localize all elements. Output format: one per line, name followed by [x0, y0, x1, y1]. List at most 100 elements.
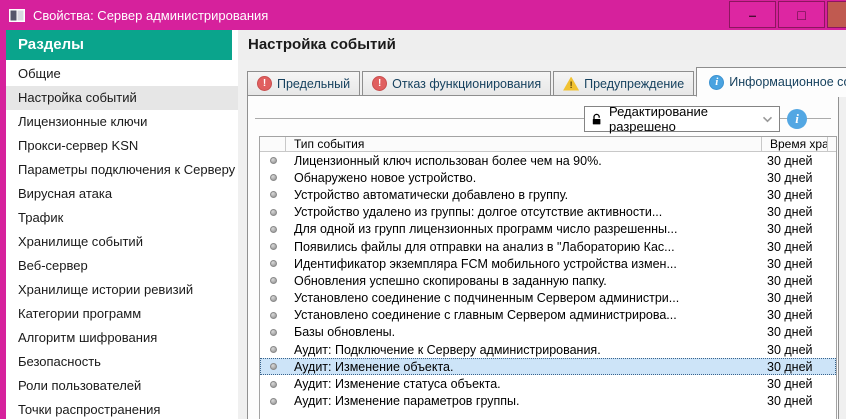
tab-label: Предупреждение — [584, 76, 685, 91]
tab-warning[interactable]: Предупреждение — [553, 71, 695, 96]
tab-page: Редактирование разрешено i Тип события В… — [247, 95, 839, 419]
sidebar-item[interactable]: Хранилище событий — [6, 230, 238, 254]
event-type: Устройство удалено из группы: долгое отс… — [294, 205, 663, 220]
event-bullet-icon — [269, 191, 277, 199]
error-icon — [257, 76, 272, 91]
table-row[interactable]: Аудит: Подключение к Серверу администрир… — [260, 341, 836, 358]
sidebar-item[interactable]: Настройка событий — [6, 86, 238, 110]
sidebar-item[interactable]: Трафик — [6, 206, 238, 230]
minimize-button[interactable]: – — [729, 1, 776, 28]
event-bullet-icon — [269, 243, 277, 251]
event-bullet-icon — [269, 260, 277, 268]
sidebar-item[interactable]: Общие — [6, 62, 238, 86]
table-row[interactable]: Идентификатор экземпляра FCM мобильного … — [260, 255, 836, 272]
event-retention: 30 дней — [767, 205, 813, 220]
event-type: Появились файлы для отправки на анализ в… — [294, 239, 675, 254]
tab-functional-failure[interactable]: Отказ функционирования — [362, 71, 552, 96]
sidebar-item[interactable]: Вирусная атака — [6, 182, 238, 206]
info-help-button[interactable]: i — [787, 109, 807, 129]
sidebar-item[interactable]: Категории программ — [6, 302, 238, 326]
event-bullet-icon — [269, 208, 277, 216]
spacer-column-header — [828, 137, 836, 151]
table-row[interactable]: Базы обновлены. 30 дней — [260, 324, 836, 341]
event-bullet-icon — [269, 174, 277, 182]
maximize-button[interactable]: □ — [778, 1, 825, 28]
table-header: Тип события Время хранения — [260, 137, 836, 152]
sidebar-item[interactable]: Роли пользователей — [6, 374, 238, 398]
event-type: Устройство автоматически добавлено в гру… — [294, 187, 569, 202]
event-bullet-icon — [269, 346, 277, 354]
event-retention: 30 дней — [767, 273, 813, 288]
sidebar-item[interactable]: Прокси-сервер KSN — [6, 134, 238, 158]
event-bullet-icon — [269, 311, 277, 319]
event-retention: 30 дней — [767, 153, 813, 168]
event-retention: 30 дней — [767, 170, 813, 185]
sidebar-item[interactable]: Параметры подключения к Серверу админи — [6, 158, 238, 182]
table-row[interactable]: Аудит: Изменение параметров группы. 30 дн… — [260, 393, 836, 410]
window-controls: – □ × — [729, 1, 846, 28]
tab-label: Информационное сообщение — [729, 75, 846, 89]
icon-column-header — [260, 137, 286, 151]
event-retention: 30 дней — [767, 394, 813, 409]
event-type: Установлено соединение с главным Серверо… — [294, 308, 677, 323]
table-row[interactable]: Обнаружено новое устройство. 30 дней — [260, 169, 836, 186]
page-title: Настройка событий — [238, 30, 846, 60]
table-row[interactable]: Устройство удалено из группы: долгое отс… — [260, 204, 836, 221]
table-row[interactable]: Установлено соединение с подчиненным Сер… — [260, 290, 836, 307]
sidebar-item[interactable]: Безопасность — [6, 350, 238, 374]
sidebar-item[interactable]: Алгоритм шифрования — [6, 326, 238, 350]
event-type: Аудит: Изменение параметров группы. — [294, 394, 520, 409]
tab-info-message[interactable]: Информационное сообщение — [696, 67, 846, 97]
event-type: Идентификатор экземпляра FCM мобильного … — [294, 256, 677, 271]
table-row[interactable]: Аудит: Изменение статуса объекта. 30 дней — [260, 375, 836, 392]
sidebar-item[interactable]: Веб-сервер — [6, 254, 238, 278]
event-retention: 30 дней — [767, 308, 813, 323]
tab-label: Отказ функционирования — [392, 76, 542, 91]
event-retention: 30 дней — [767, 256, 813, 271]
event-type: Аудит: Изменение статуса объекта. — [294, 377, 501, 392]
info-icon — [709, 74, 725, 90]
sidebar-item[interactable]: Хранилище истории ревизий — [6, 278, 238, 302]
event-retention: 30 дней — [767, 359, 813, 374]
tab-critical[interactable]: Предельный — [247, 71, 361, 96]
event-type: Обновления успешно скопированы в заданну… — [294, 273, 607, 288]
event-bullet-icon — [269, 397, 277, 405]
table-row[interactable]: Появились файлы для отправки на анализ в… — [260, 238, 836, 255]
event-type: Для одной из групп лицензионных программ… — [294, 222, 678, 237]
edit-mode-value: Редактирование разрешено — [609, 104, 709, 134]
table-row[interactable]: Установлено соединение с главным Серверо… — [260, 307, 836, 324]
event-type: Аудит: Подключение к Серверу администрир… — [294, 342, 601, 357]
sidebar-item[interactable]: Точки распространения — [6, 398, 238, 419]
table-row[interactable]: Для одной из групп лицензионных программ… — [260, 221, 836, 238]
sidebar-item[interactable]: Лицензионные ключи — [6, 110, 238, 134]
window-title: Свойства: Сервер администрирования — [33, 7, 269, 23]
event-severity-tabs: Предельный Отказ функционирования Предупре… — [247, 66, 846, 97]
unlock-icon — [592, 113, 603, 125]
event-bullet-icon — [269, 380, 277, 388]
table-row[interactable]: Обновления успешно скопированы в заданну… — [260, 272, 836, 289]
properties-window: Свойства: Сервер администрирования – □ ×… — [0, 0, 846, 419]
edit-mode-dropdown[interactable]: Редактирование разрешено — [584, 104, 780, 134]
sidebar-list: Общие Настройка событий Лицензионные ключи… — [6, 60, 238, 419]
main-panel: Настройка событий Предельный Отказ функци… — [238, 30, 846, 419]
event-bullet-icon — [269, 225, 277, 233]
chevron-down-icon — [762, 116, 773, 123]
event-retention: 30 дней — [767, 239, 813, 254]
event-type: Установлено соединение с подчиненным Сер… — [294, 291, 680, 306]
event-bullet-icon — [269, 157, 277, 165]
window-icon — [9, 8, 25, 22]
table-row[interactable]: Аудит: Изменение объекта. 30 дней — [260, 358, 836, 376]
event-retention: 30 дней — [767, 222, 813, 237]
event-retention: 30 дней — [767, 377, 813, 392]
close-button[interactable]: × — [827, 1, 846, 28]
sidebar-header: Разделы — [6, 30, 232, 60]
table-row[interactable]: Устройство автоматически добавлено в гру… — [260, 186, 836, 203]
event-bullet-icon — [269, 294, 277, 302]
error-icon — [372, 76, 388, 91]
event-type-column-header[interactable]: Тип события — [286, 137, 762, 151]
events-table: Тип события Время хранения Лицензионный … — [259, 136, 837, 419]
table-row[interactable]: Лицензионный ключ использован более чем … — [260, 152, 836, 169]
event-type: Лицензионный ключ использован более чем … — [294, 153, 602, 168]
retention-column-header[interactable]: Время хранения — [762, 137, 828, 151]
event-bullet-icon — [269, 328, 277, 336]
